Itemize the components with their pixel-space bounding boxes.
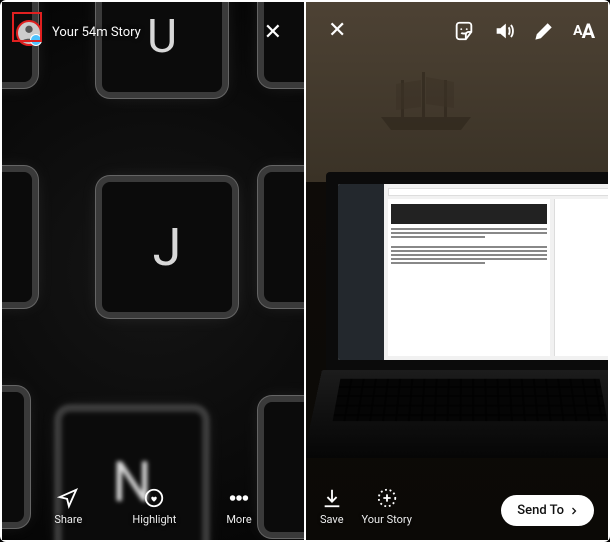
more-label: More <box>226 513 251 526</box>
more-dots-icon <box>228 487 250 509</box>
captured-photo-background <box>306 2 608 540</box>
text-tool-icon[interactable]: AA <box>573 19 594 43</box>
sound-icon[interactable] <box>493 20 515 42</box>
keycap-j: J <box>102 182 232 312</box>
side-by-side-screens: U J N Your 54m Story ✕ Share <box>0 0 610 542</box>
sticker-icon[interactable] <box>453 20 475 42</box>
draw-pen-icon[interactable] <box>533 20 555 42</box>
paper-plane-icon <box>57 487 79 509</box>
story-editor-panel: ✕ AA Save <box>306 2 608 540</box>
send-to-label: Send To <box>517 503 564 518</box>
save-button[interactable]: Save <box>320 487 344 526</box>
editor-toolbar: ✕ AA <box>320 14 594 47</box>
add-story-circle-icon <box>376 487 398 509</box>
callout-highlight-box <box>12 12 42 42</box>
editor-bottom-actions: Save Your Story Send To <box>320 487 594 526</box>
laptop-in-photo <box>322 172 608 452</box>
share-label: Share <box>54 513 82 526</box>
close-icon[interactable]: ✕ <box>256 16 290 49</box>
highlight-heart-icon <box>143 487 165 509</box>
save-label: Save <box>320 513 344 526</box>
close-icon[interactable]: ✕ <box>320 14 354 47</box>
download-icon <box>321 487 343 509</box>
story-photo-keyboard: U J N <box>2 2 304 540</box>
highlight-label: Highlight <box>132 513 176 526</box>
your-story-button[interactable]: Your Story <box>362 487 412 526</box>
story-header: Your 54m Story ✕ <box>16 16 290 49</box>
your-story-label: Your Story <box>362 513 412 526</box>
story-viewer-panel: U J N Your 54m Story ✕ Share <box>2 2 304 540</box>
story-viewer-actions: Share Highlight More <box>2 487 304 526</box>
send-to-button[interactable]: Send To <box>501 495 594 526</box>
share-button[interactable]: Share <box>54 487 82 526</box>
highlight-button[interactable]: Highlight <box>132 487 176 526</box>
story-title-label: Your 54m Story <box>52 25 141 40</box>
more-button[interactable]: More <box>226 487 251 526</box>
chevron-right-icon <box>568 505 580 517</box>
background-ship-model <box>376 62 476 132</box>
